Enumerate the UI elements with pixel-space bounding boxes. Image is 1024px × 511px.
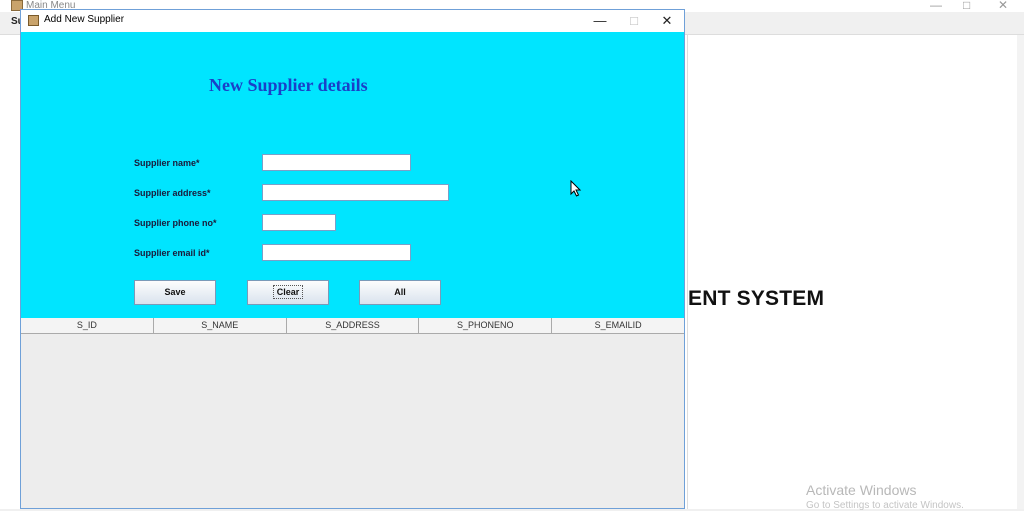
clear-button-label: Clear <box>272 285 304 299</box>
supplier-email-field[interactable] <box>262 244 411 261</box>
close-icon[interactable]: ✕ <box>998 0 1008 12</box>
supplier-form-panel: New Supplier details Supplier name* Supp… <box>21 32 684 318</box>
column-header-s-phoneno[interactable]: S_PHONENO <box>419 318 553 333</box>
all-button[interactable]: All <box>359 280 441 305</box>
column-header-s-id[interactable]: S_ID <box>21 318 154 333</box>
form-title: New Supplier details <box>209 75 368 95</box>
supplier-table-body[interactable] <box>21 334 684 508</box>
minimize-button[interactable]: — <box>583 10 617 32</box>
column-header-s-address[interactable]: S_ADDRESS <box>287 318 420 333</box>
supplier-table-header: S_ID S_NAME S_ADDRESS S_PHONENO S_EMAILI… <box>21 318 684 334</box>
supplier-phone-label: Supplier phone no* <box>134 218 217 228</box>
add-supplier-dialog: Add New Supplier — □ ✕ New Supplier deta… <box>20 9 685 509</box>
save-button[interactable]: Save <box>134 280 216 305</box>
all-button-label: All <box>394 287 406 297</box>
vertical-scrollbar[interactable] <box>1017 35 1024 509</box>
supplier-email-label: Supplier email id* <box>134 248 210 258</box>
activate-windows-watermark: Activate Windows <box>806 482 917 498</box>
supplier-name-label: Supplier name* <box>134 158 200 168</box>
clear-button[interactable]: Clear <box>247 280 329 305</box>
maximize-button[interactable]: □ <box>617 10 651 32</box>
activate-windows-hint: Go to Settings to activate Windows. <box>806 500 964 511</box>
column-header-s-emailid[interactable]: S_EMAILID <box>552 318 684 333</box>
system-heading: ENT SYSTEM <box>688 287 825 310</box>
column-header-s-name[interactable]: S_NAME <box>154 318 287 333</box>
minimize-icon[interactable]: — <box>930 0 942 12</box>
supplier-address-field[interactable] <box>262 184 449 201</box>
java-app-icon <box>28 15 39 26</box>
dialog-titlebar[interactable]: Add New Supplier — □ ✕ <box>21 10 684 32</box>
supplier-phone-field[interactable] <box>262 214 336 231</box>
maximize-icon[interactable]: □ <box>963 0 970 12</box>
close-button[interactable]: ✕ <box>650 10 684 32</box>
save-button-label: Save <box>164 287 186 297</box>
dialog-title: Add New Supplier <box>44 14 125 25</box>
supplier-name-field[interactable] <box>262 154 411 171</box>
supplier-address-label: Supplier address* <box>134 188 211 198</box>
mouse-cursor-icon <box>570 180 582 197</box>
main-content-area <box>687 35 1018 509</box>
